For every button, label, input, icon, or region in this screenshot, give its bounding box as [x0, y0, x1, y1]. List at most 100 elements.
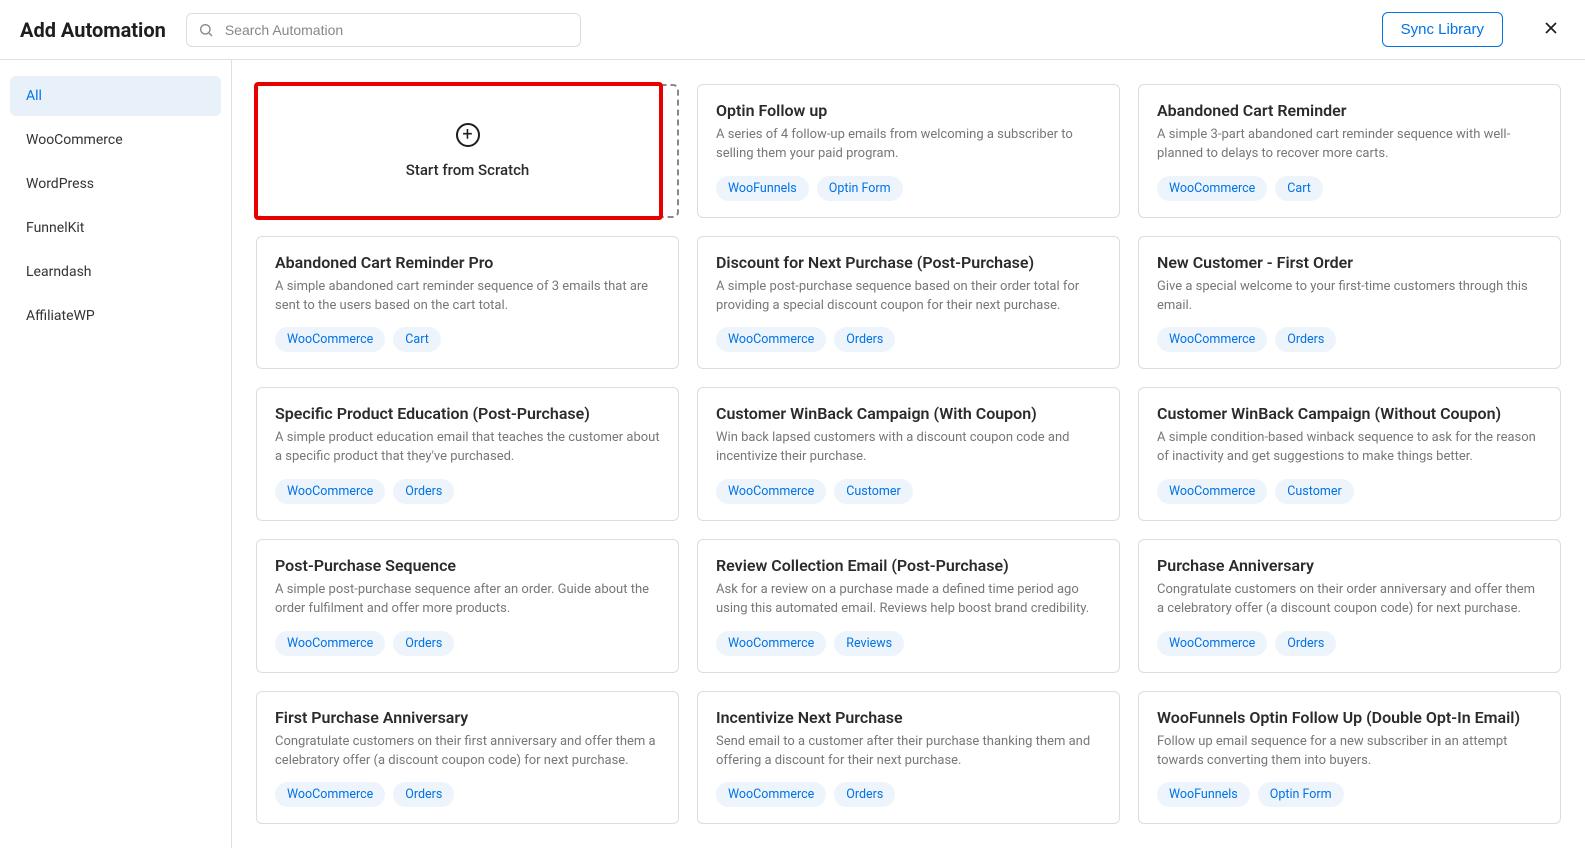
- search-wrap: [186, 13, 581, 47]
- template-card[interactable]: Customer WinBack Campaign (Without Coupo…: [1138, 387, 1561, 521]
- template-card[interactable]: Review Collection Email (Post-Purchase) A…: [697, 539, 1120, 673]
- tag: WooCommerce: [1157, 176, 1267, 201]
- search-input[interactable]: [186, 13, 581, 47]
- card-description: A simple abandoned cart reminder sequenc…: [275, 278, 660, 316]
- scratch-label: Start from Scratch: [406, 161, 529, 179]
- card-tags: WooCommerce Orders: [716, 327, 1101, 352]
- tag: Optin Form: [817, 176, 903, 201]
- template-card[interactable]: Purchase Anniversary Congratulate custome…: [1138, 539, 1561, 673]
- highlight-box: [254, 82, 663, 220]
- card-description: Win back lapsed customers with a discoun…: [716, 429, 1101, 467]
- tag: WooCommerce: [1157, 631, 1267, 656]
- card-title: Purchase Anniversary: [1157, 556, 1542, 575]
- card-title: Customer WinBack Campaign (With Coupon): [716, 404, 1101, 423]
- tag: WooCommerce: [716, 631, 826, 656]
- card-tags: WooCommerce Reviews: [716, 631, 1101, 656]
- template-card[interactable]: Optin Follow up A series of 4 follow-up e…: [697, 84, 1120, 218]
- tag: Orders: [393, 782, 454, 807]
- card-tags: WooCommerce Orders: [1157, 631, 1542, 656]
- template-card[interactable]: Abandoned Cart Reminder Pro A simple aban…: [256, 236, 679, 370]
- template-card[interactable]: Discount for Next Purchase (Post-Purchas…: [697, 236, 1120, 370]
- tag: Customer: [1275, 479, 1353, 504]
- tag: Orders: [834, 327, 895, 352]
- card-title: Specific Product Education (Post-Purchas…: [275, 404, 660, 423]
- tag: WooCommerce: [275, 327, 385, 352]
- tag: WooCommerce: [1157, 479, 1267, 504]
- template-card[interactable]: Incentivize Next Purchase Send email to a…: [697, 691, 1120, 825]
- close-icon: [1541, 26, 1561, 41]
- template-card[interactable]: WooFunnels Optin Follow Up (Double Opt-I…: [1138, 691, 1561, 825]
- tag: Orders: [1275, 327, 1336, 352]
- card-title: First Purchase Anniversary: [275, 708, 660, 727]
- tag: WooCommerce: [1157, 327, 1267, 352]
- card-description: Send email to a customer after their pur…: [716, 733, 1101, 771]
- tag: WooCommerce: [275, 782, 385, 807]
- tag: Cart: [1275, 176, 1323, 201]
- sidebar-item-learndash[interactable]: Learndash: [10, 252, 221, 292]
- tag: WooCommerce: [275, 631, 385, 656]
- card-tags: WooCommerce Orders: [275, 479, 660, 504]
- sidebar-item-affiliatewp[interactable]: AffiliateWP: [10, 296, 221, 336]
- sidebar-item-wordpress[interactable]: WordPress: [10, 164, 221, 204]
- card-title: Incentivize Next Purchase: [716, 708, 1101, 727]
- card-description: A simple condition-based winback sequenc…: [1157, 429, 1542, 467]
- tag: Reviews: [834, 631, 904, 656]
- card-title: Discount for Next Purchase (Post-Purchas…: [716, 253, 1101, 272]
- tag: Optin Form: [1258, 782, 1344, 807]
- card-description: Give a special welcome to your first-tim…: [1157, 278, 1542, 316]
- tag: Cart: [393, 327, 441, 352]
- plus-icon: +: [456, 123, 480, 147]
- template-card[interactable]: First Purchase AnniversaryCongratulate c…: [256, 691, 679, 825]
- tag: Orders: [393, 479, 454, 504]
- card-tags: WooCommerce Customer: [1157, 479, 1542, 504]
- card-tags: WooCommerce Cart: [1157, 176, 1542, 201]
- tag: WooFunnels: [716, 176, 809, 201]
- card-description: A simple post-purchase sequence based on…: [716, 278, 1101, 316]
- sidebar-item-woocommerce[interactable]: WooCommerce: [10, 120, 221, 160]
- card-tags: WooCommerce Orders: [716, 782, 1101, 807]
- card-description: Congratulate customers on their order an…: [1157, 581, 1542, 619]
- tag: Orders: [1275, 631, 1336, 656]
- tag: WooCommerce: [716, 327, 826, 352]
- card-tags: WooFunnels Optin Form: [716, 176, 1101, 201]
- tag: WooCommerce: [275, 479, 385, 504]
- template-card[interactable]: New Customer - First OrderGive a special…: [1138, 236, 1561, 370]
- card-tags: WooCommerce Orders: [275, 631, 660, 656]
- card-title: Post-Purchase Sequence: [275, 556, 660, 575]
- card-description: Ask for a review on a purchase made a de…: [716, 581, 1101, 619]
- card-title: Abandoned Cart Reminder Pro: [275, 253, 660, 272]
- tag: WooCommerce: [716, 479, 826, 504]
- tag: Orders: [393, 631, 454, 656]
- card-tags: WooCommerce Orders: [275, 782, 660, 807]
- card-title: Optin Follow up: [716, 101, 1101, 120]
- card-title: Review Collection Email (Post-Purchase): [716, 556, 1101, 575]
- tag: WooFunnels: [1157, 782, 1250, 807]
- template-card[interactable]: Post-Purchase Sequence A simple post-purc…: [256, 539, 679, 673]
- content: + Start from Scratch Optin Follow up A se…: [232, 60, 1585, 848]
- sidebar: AllWooCommerceWordPressFunnelKitLearndas…: [0, 60, 232, 848]
- card-title: Abandoned Cart Reminder: [1157, 101, 1542, 120]
- header: Add Automation Sync Library: [0, 0, 1585, 60]
- template-card[interactable]: Specific Product Education (Post-Purchas…: [256, 387, 679, 521]
- tag: Orders: [834, 782, 895, 807]
- card-description: Follow up email sequence for a new subsc…: [1157, 733, 1542, 771]
- close-button[interactable]: [1537, 14, 1565, 45]
- card-tags: WooCommerce Cart: [275, 327, 660, 352]
- tag: Customer: [834, 479, 912, 504]
- sidebar-item-funnelkit[interactable]: FunnelKit: [10, 208, 221, 248]
- card-description: A simple 3-part abandoned cart reminder …: [1157, 126, 1542, 164]
- sidebar-item-all[interactable]: All: [10, 76, 221, 116]
- start-from-scratch-card[interactable]: + Start from Scratch: [256, 84, 679, 218]
- card-title: Customer WinBack Campaign (Without Coupo…: [1157, 404, 1542, 423]
- template-card[interactable]: Abandoned Cart Reminder A simple 3-part a…: [1138, 84, 1561, 218]
- card-tags: WooCommerce Orders: [1157, 327, 1542, 352]
- tag: WooCommerce: [716, 782, 826, 807]
- sync-library-button[interactable]: Sync Library: [1382, 12, 1503, 47]
- card-tags: WooCommerce Customer: [716, 479, 1101, 504]
- card-tags: WooFunnels Optin Form: [1157, 782, 1542, 807]
- template-card[interactable]: Customer WinBack Campaign (With Coupon) W…: [697, 387, 1120, 521]
- search-icon: [198, 22, 214, 38]
- card-description: A simple post-purchase sequence after an…: [275, 581, 660, 619]
- card-description: A series of 4 follow-up emails from welc…: [716, 126, 1101, 164]
- card-title: WooFunnels Optin Follow Up (Double Opt-I…: [1157, 708, 1542, 727]
